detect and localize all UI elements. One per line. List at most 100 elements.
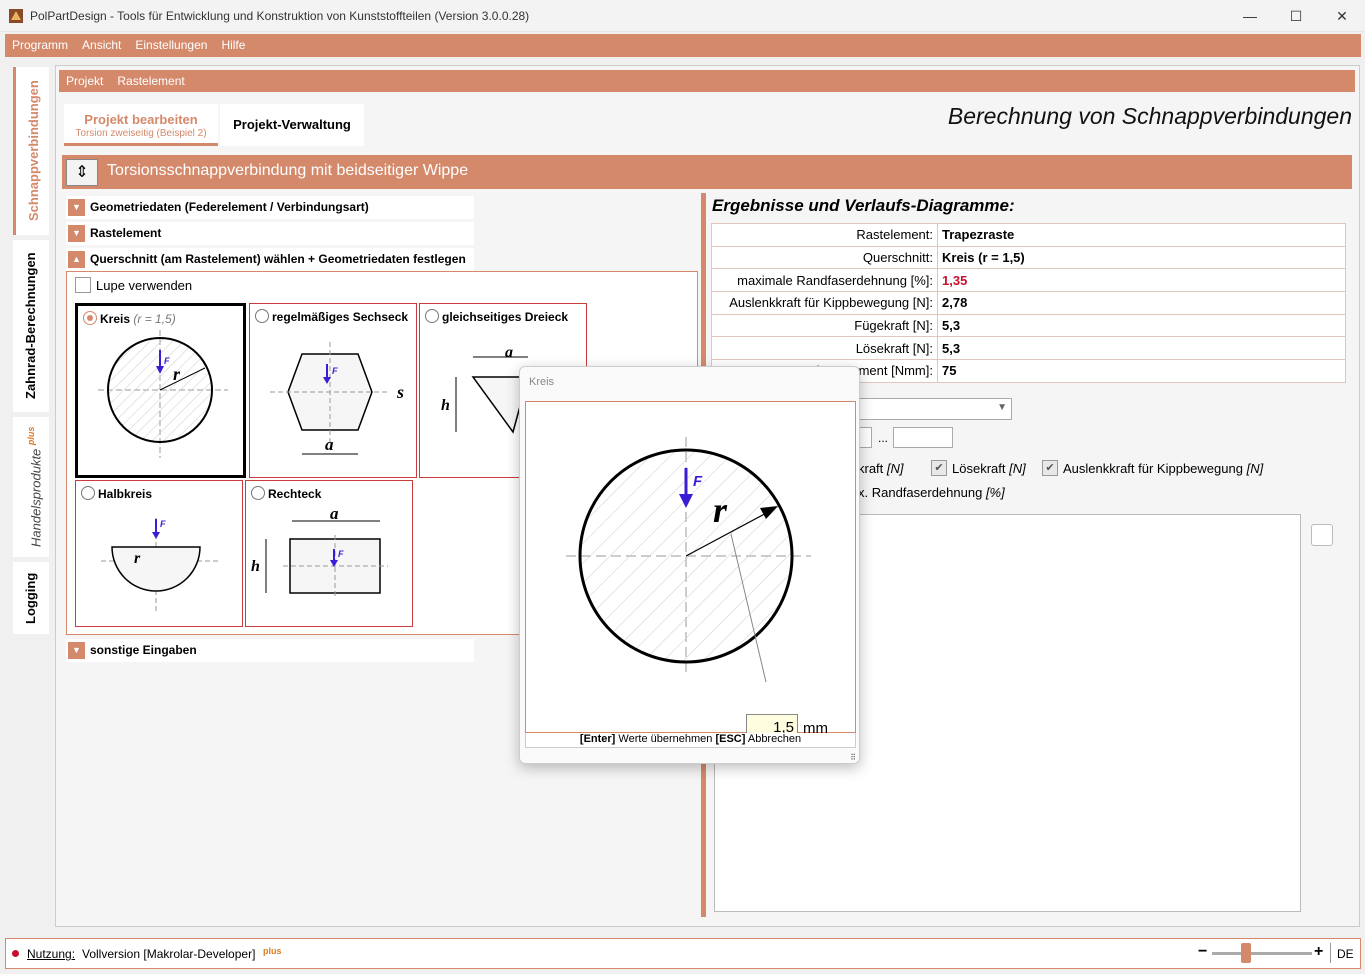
chart-option-box[interactable]: [1311, 524, 1333, 546]
check-a-text: kraft: [858, 461, 884, 476]
menu-hilfe[interactable]: Hilfe: [214, 34, 252, 57]
window-title: PolPartDesign - Tools für Entwicklung un…: [30, 9, 530, 23]
row-key: Auslenkkraft für Kippbewegung [N]:: [711, 291, 938, 315]
shape-card-halbkreis[interactable]: Halbkreis F r: [75, 480, 243, 627]
zoom-out-button[interactable]: −: [1198, 943, 1207, 961]
section-title: Torsionsschnappverbindung mit beidseitig…: [107, 162, 469, 179]
table-row: Fügekraft [N]: 5,3: [711, 313, 1346, 338]
radio-dreieck[interactable]: [425, 309, 439, 323]
enter-text: Werte übernehmen: [618, 733, 713, 745]
accordion-sonst-label: sonstige Eingaben: [90, 643, 197, 657]
subnav-projekt[interactable]: Projekt: [59, 70, 110, 92]
rechteck-diagram: a F h: [251, 504, 388, 597]
radius-label: r: [173, 364, 181, 384]
shape-card-sechseck[interactable]: regelmäßiges Sechseck F s a: [249, 303, 417, 478]
sidebar-tab-logging[interactable]: Logging: [13, 562, 49, 634]
minimize-button[interactable]: —: [1227, 0, 1273, 32]
range-to-spinner[interactable]: [893, 427, 953, 448]
accordion-querschnitt[interactable]: ▲ Querschnitt (am Rastelement) wählen + G…: [66, 248, 474, 271]
table-row: Auslenkkraft für Kippbewegung [N]: 2,78: [711, 291, 1346, 315]
row-value: Trapezraste: [937, 223, 1346, 247]
resize-grip-icon[interactable]: ⠿: [850, 753, 856, 762]
kreis-large-diagram: F r: [566, 437, 811, 683]
zoom-slider-track[interactable]: [1212, 952, 1312, 955]
close-button[interactable]: ✕: [1319, 0, 1365, 32]
sidebar-tab-schnapp[interactable]: Schnappverbindungen: [13, 67, 49, 235]
license-text: Vollversion [Makrolar-Developer]: [82, 947, 256, 961]
table-row: Rastelement: Trapezraste: [711, 223, 1346, 247]
radius-label: r: [134, 550, 141, 567]
h-label: h: [441, 397, 450, 414]
kreis-note: (r = 1,5): [133, 312, 176, 326]
chevron-down-icon: ▼: [68, 225, 85, 242]
chevron-down-icon: ▼: [68, 199, 85, 216]
menu-ansicht[interactable]: Ansicht: [75, 34, 128, 57]
plus-badge: plus: [263, 946, 282, 956]
checkbox-auslenkkraft[interactable]: ✔: [1042, 460, 1058, 476]
accordion-geo-label: Geometriedaten (Federelement / Verbindun…: [90, 200, 369, 214]
label-sechseck: regelmäßiges Sechseck: [272, 310, 409, 324]
checkbox-loesekraft[interactable]: ✔: [931, 460, 947, 476]
chevron-up-icon: ▲: [68, 251, 85, 268]
results-table: Rastelement: Trapezraste Querschnitt: Krei…: [711, 223, 1346, 383]
radio-halbkreis[interactable]: [81, 486, 95, 500]
shape-card-rechteck[interactable]: Rechteck a F h: [245, 480, 413, 627]
sidebar-handel-label: Handelsprodukte: [28, 448, 44, 548]
row-key: Lösekraft [N]:: [711, 336, 938, 361]
radius-label: r: [713, 490, 728, 530]
zoom-in-button[interactable]: +: [1314, 943, 1323, 961]
popup-title: Kreis: [529, 376, 555, 388]
row-value: 5,3: [937, 313, 1346, 338]
menu-einstellungen[interactable]: Einstellungen: [128, 34, 214, 57]
esc-text: Abbrechen: [747, 733, 802, 745]
row-key: Rastelement:: [711, 223, 938, 247]
a-label: a: [325, 435, 334, 454]
language-button[interactable]: DE: [1337, 947, 1354, 961]
expand-collapse-icon[interactable]: ⇕: [66, 159, 98, 186]
radio-kreis[interactable]: [83, 311, 97, 325]
maximize-button[interactable]: ☐: [1273, 0, 1319, 32]
s-label: s: [396, 382, 404, 402]
sub-navigation: Projekt Rastelement: [59, 70, 1355, 92]
row-value: 5,3: [937, 336, 1346, 361]
a-label: a: [505, 344, 513, 361]
radio-rechteck[interactable]: [251, 486, 265, 500]
table-row: Lösekraft [N]: 5,3: [711, 336, 1346, 361]
subnav-rastelement[interactable]: Rastelement: [110, 70, 191, 92]
radio-sechseck[interactable]: [255, 309, 269, 323]
menu-programm[interactable]: Programm: [5, 34, 75, 57]
chevron-down-icon: ▼: [68, 642, 85, 659]
shape-card-kreis[interactable]: Kreis (r = 1,5) F r: [75, 303, 246, 478]
zoom-slider-thumb[interactable]: [1241, 943, 1251, 963]
results-heading: Ergebnisse und Verlaufs-Diagramme:: [712, 196, 1015, 215]
accordion-geometriedaten[interactable]: ▼ Geometriedaten (Federelement / Verbindu…: [66, 196, 474, 219]
sidebar: Schnappverbindungen Zahnrad-Berechnungen…: [5, 62, 49, 930]
kreis-diagram: F r: [98, 330, 228, 458]
check-d-unit: [%]: [985, 485, 1005, 500]
tab-projekt-verwaltung[interactable]: Projekt-Verwaltung: [220, 104, 364, 146]
chevron-down-icon: ▼: [997, 402, 1007, 413]
sidebar-tab-zahnrad[interactable]: Zahnrad-Berechnungen: [13, 240, 49, 412]
tab-projekt-bearbeiten[interactable]: Projekt bearbeiten Torsion zweiseitig (B…: [64, 104, 218, 146]
accordion-rastelement[interactable]: ▼ Rastelement: [66, 222, 474, 245]
table-row: Querschnitt: Kreis (r = 1,5): [711, 245, 1346, 270]
row-value-highlight: 1,35: [937, 268, 1346, 293]
diagram-select[interactable]: ▼: [856, 398, 1012, 420]
dreieck-diagram: a h: [441, 344, 528, 434]
check-label-randfaser: x. Randfaserdehnung [%]: [858, 485, 1005, 500]
title-bar: PolPartDesign - Tools für Entwicklung un…: [0, 0, 1365, 32]
popup-diagram-area: F r 1,5 mm: [525, 401, 856, 742]
check-label-fuegekraft: kraft [N]: [858, 461, 904, 476]
row-value: 2,78: [937, 291, 1346, 315]
check-b-text: Lösekraft: [952, 461, 1006, 476]
accordion-sonstige[interactable]: ▼ sonstige Eingaben: [66, 639, 474, 662]
label-kreis: Kreis (r = 1,5): [100, 312, 176, 326]
menu-bar: Programm Ansicht Einstellungen Hilfe: [5, 34, 1361, 57]
row-value: 75: [937, 359, 1346, 383]
label-dreieck: gleichseitiges Dreieck: [442, 310, 569, 324]
kreis-popup: Kreis F r 1,5 mm [Enter] Werte übernehme…: [519, 366, 860, 764]
sidebar-tab-handel[interactable]: Handelsprodukte plus: [13, 417, 49, 557]
row-key: Querschnitt:: [711, 245, 938, 270]
nutzung-link[interactable]: Nutzung:: [27, 947, 75, 961]
lupe-checkbox[interactable]: [75, 277, 91, 293]
